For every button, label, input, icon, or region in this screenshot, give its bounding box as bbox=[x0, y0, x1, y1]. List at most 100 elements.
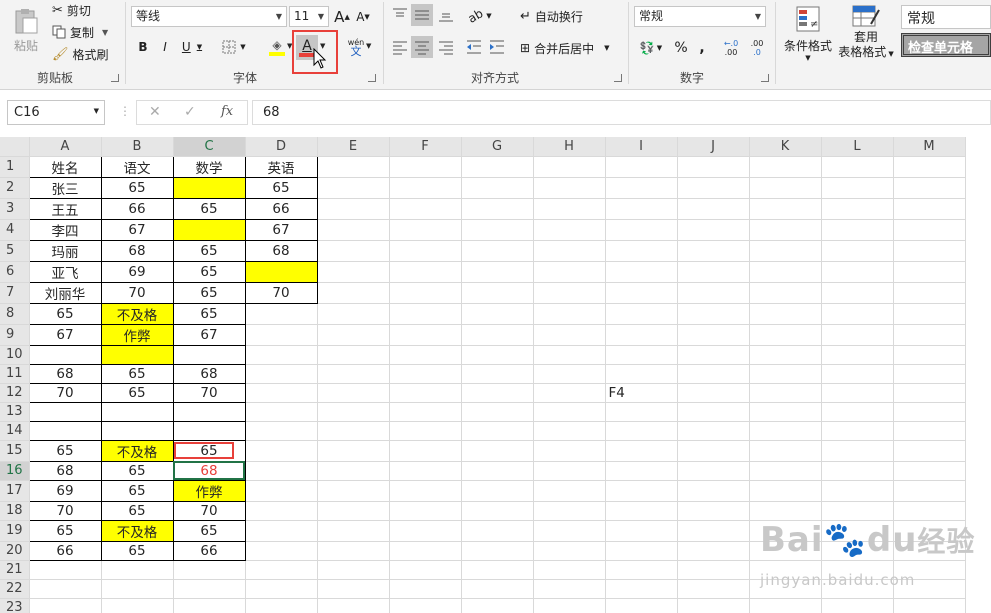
cell-g3[interactable] bbox=[461, 198, 534, 220]
align-left-icon[interactable] bbox=[391, 38, 409, 56]
cell-h6[interactable] bbox=[533, 261, 606, 283]
cell-b15[interactable]: 不及格 bbox=[100, 439, 174, 462]
cell-i12[interactable]: F4 bbox=[605, 383, 678, 403]
cell-a6[interactable]: 亚飞 bbox=[28, 260, 102, 283]
cell-c3[interactable]: 65 bbox=[172, 197, 246, 220]
cell-j21[interactable] bbox=[677, 560, 750, 580]
cell-j2[interactable] bbox=[677, 177, 750, 199]
cell-f10[interactable] bbox=[389, 345, 462, 365]
cell-l12[interactable] bbox=[821, 383, 894, 403]
cell-k2[interactable] bbox=[749, 177, 822, 199]
cell-b6[interactable]: 69 bbox=[100, 260, 174, 283]
cell-a10[interactable] bbox=[28, 344, 102, 365]
cell-f11[interactable] bbox=[389, 364, 462, 384]
cell-d7[interactable]: 70 bbox=[244, 281, 318, 304]
cell-b5[interactable]: 68 bbox=[100, 239, 174, 262]
cell-i13[interactable] bbox=[605, 402, 678, 422]
clipboard-launcher-icon[interactable] bbox=[111, 74, 119, 82]
cell-j5[interactable] bbox=[677, 240, 750, 262]
cell-a18[interactable]: 70 bbox=[28, 500, 102, 521]
cell-k9[interactable] bbox=[749, 324, 822, 346]
cell-e16[interactable] bbox=[317, 461, 390, 481]
cell-m16[interactable] bbox=[893, 461, 966, 481]
cell-m6[interactable] bbox=[893, 261, 966, 283]
cell-h13[interactable] bbox=[533, 402, 606, 422]
cell-i19[interactable] bbox=[605, 520, 678, 542]
font-launcher-icon[interactable] bbox=[368, 74, 376, 82]
cell-h9[interactable] bbox=[533, 324, 606, 346]
cell-e3[interactable] bbox=[317, 198, 390, 220]
style-normal[interactable]: 常规 bbox=[901, 5, 991, 29]
select-all-corner[interactable] bbox=[0, 137, 30, 157]
cell-e18[interactable] bbox=[317, 501, 390, 521]
enter-icon[interactable]: ✓ bbox=[184, 104, 196, 120]
cell-g16[interactable] bbox=[461, 461, 534, 481]
cell-c2[interactable] bbox=[172, 176, 246, 199]
cell-d19[interactable] bbox=[245, 520, 318, 542]
cell-m9[interactable] bbox=[893, 324, 966, 346]
cell-f13[interactable] bbox=[389, 402, 462, 422]
cell-g7[interactable] bbox=[461, 282, 534, 304]
cell-m3[interactable] bbox=[893, 198, 966, 220]
cell-a14[interactable] bbox=[28, 420, 102, 441]
cell-i17[interactable] bbox=[605, 480, 678, 502]
orientation-button[interactable]: ab ▼ bbox=[465, 6, 495, 26]
bold-button[interactable]: B bbox=[134, 37, 152, 57]
cell-i15[interactable] bbox=[605, 440, 678, 462]
row-header[interactable]: 7 bbox=[0, 282, 30, 304]
cell-m23[interactable] bbox=[893, 598, 966, 613]
chevron-down-icon[interactable]: ▼ bbox=[366, 42, 371, 50]
cell-g17[interactable] bbox=[461, 480, 534, 502]
decrease-indent-icon[interactable] bbox=[465, 38, 483, 56]
cell-a1[interactable]: 姓名 bbox=[28, 155, 102, 178]
cell-b3[interactable]: 66 bbox=[100, 197, 174, 220]
column-header-h[interactable]: H bbox=[533, 137, 606, 157]
cell-e13[interactable] bbox=[317, 402, 390, 422]
wrap-text-button[interactable]: ↵ 自动换行 bbox=[520, 6, 583, 26]
cell-i1[interactable] bbox=[605, 156, 678, 178]
cell-b17[interactable]: 65 bbox=[100, 479, 174, 502]
cell-b11[interactable]: 65 bbox=[100, 363, 174, 384]
cell-f18[interactable] bbox=[389, 501, 462, 521]
cell-g18[interactable] bbox=[461, 501, 534, 521]
cell-e10[interactable] bbox=[317, 345, 390, 365]
row-header[interactable]: 17 bbox=[0, 480, 30, 502]
cell-j3[interactable] bbox=[677, 198, 750, 220]
cell-d12[interactable] bbox=[245, 383, 318, 403]
cell-k3[interactable] bbox=[749, 198, 822, 220]
cell-f6[interactable] bbox=[389, 261, 462, 283]
cell-j13[interactable] bbox=[677, 402, 750, 422]
cell-k14[interactable] bbox=[749, 421, 822, 441]
font-name-combo[interactable]: 等线 ▼ bbox=[131, 6, 287, 27]
cell-d9[interactable] bbox=[245, 324, 318, 346]
row-header[interactable]: 16 bbox=[0, 461, 30, 481]
cell-d20[interactable] bbox=[245, 541, 318, 561]
cell-l4[interactable] bbox=[821, 219, 894, 241]
cell-e14[interactable] bbox=[317, 421, 390, 441]
cell-d4[interactable]: 67 bbox=[244, 218, 318, 241]
row-header[interactable]: 8 bbox=[0, 303, 30, 325]
italic-button[interactable]: I bbox=[156, 37, 174, 57]
cell-k13[interactable] bbox=[749, 402, 822, 422]
cell-f7[interactable] bbox=[389, 282, 462, 304]
cell-h8[interactable] bbox=[533, 303, 606, 325]
accounting-button[interactable]: 💱 ▼ bbox=[636, 38, 666, 58]
cell-h1[interactable] bbox=[533, 156, 606, 178]
cell-j11[interactable] bbox=[677, 364, 750, 384]
cell-e21[interactable] bbox=[317, 560, 390, 580]
cell-m2[interactable] bbox=[893, 177, 966, 199]
cell-j9[interactable] bbox=[677, 324, 750, 346]
cell-k4[interactable] bbox=[749, 219, 822, 241]
cell-j4[interactable] bbox=[677, 219, 750, 241]
cell-l6[interactable] bbox=[821, 261, 894, 283]
cell-k7[interactable] bbox=[749, 282, 822, 304]
column-header-m[interactable]: M bbox=[893, 137, 966, 157]
cell-a8[interactable]: 65 bbox=[28, 302, 102, 325]
cut-button[interactable]: ✂ 剪切 bbox=[52, 1, 91, 19]
cell-b12[interactable]: 65 bbox=[100, 382, 174, 403]
column-header-l[interactable]: L bbox=[821, 137, 894, 157]
cell-g4[interactable] bbox=[461, 219, 534, 241]
cell-k8[interactable] bbox=[749, 303, 822, 325]
insert-function-icon[interactable]: fx bbox=[221, 104, 233, 119]
cell-l2[interactable] bbox=[821, 177, 894, 199]
